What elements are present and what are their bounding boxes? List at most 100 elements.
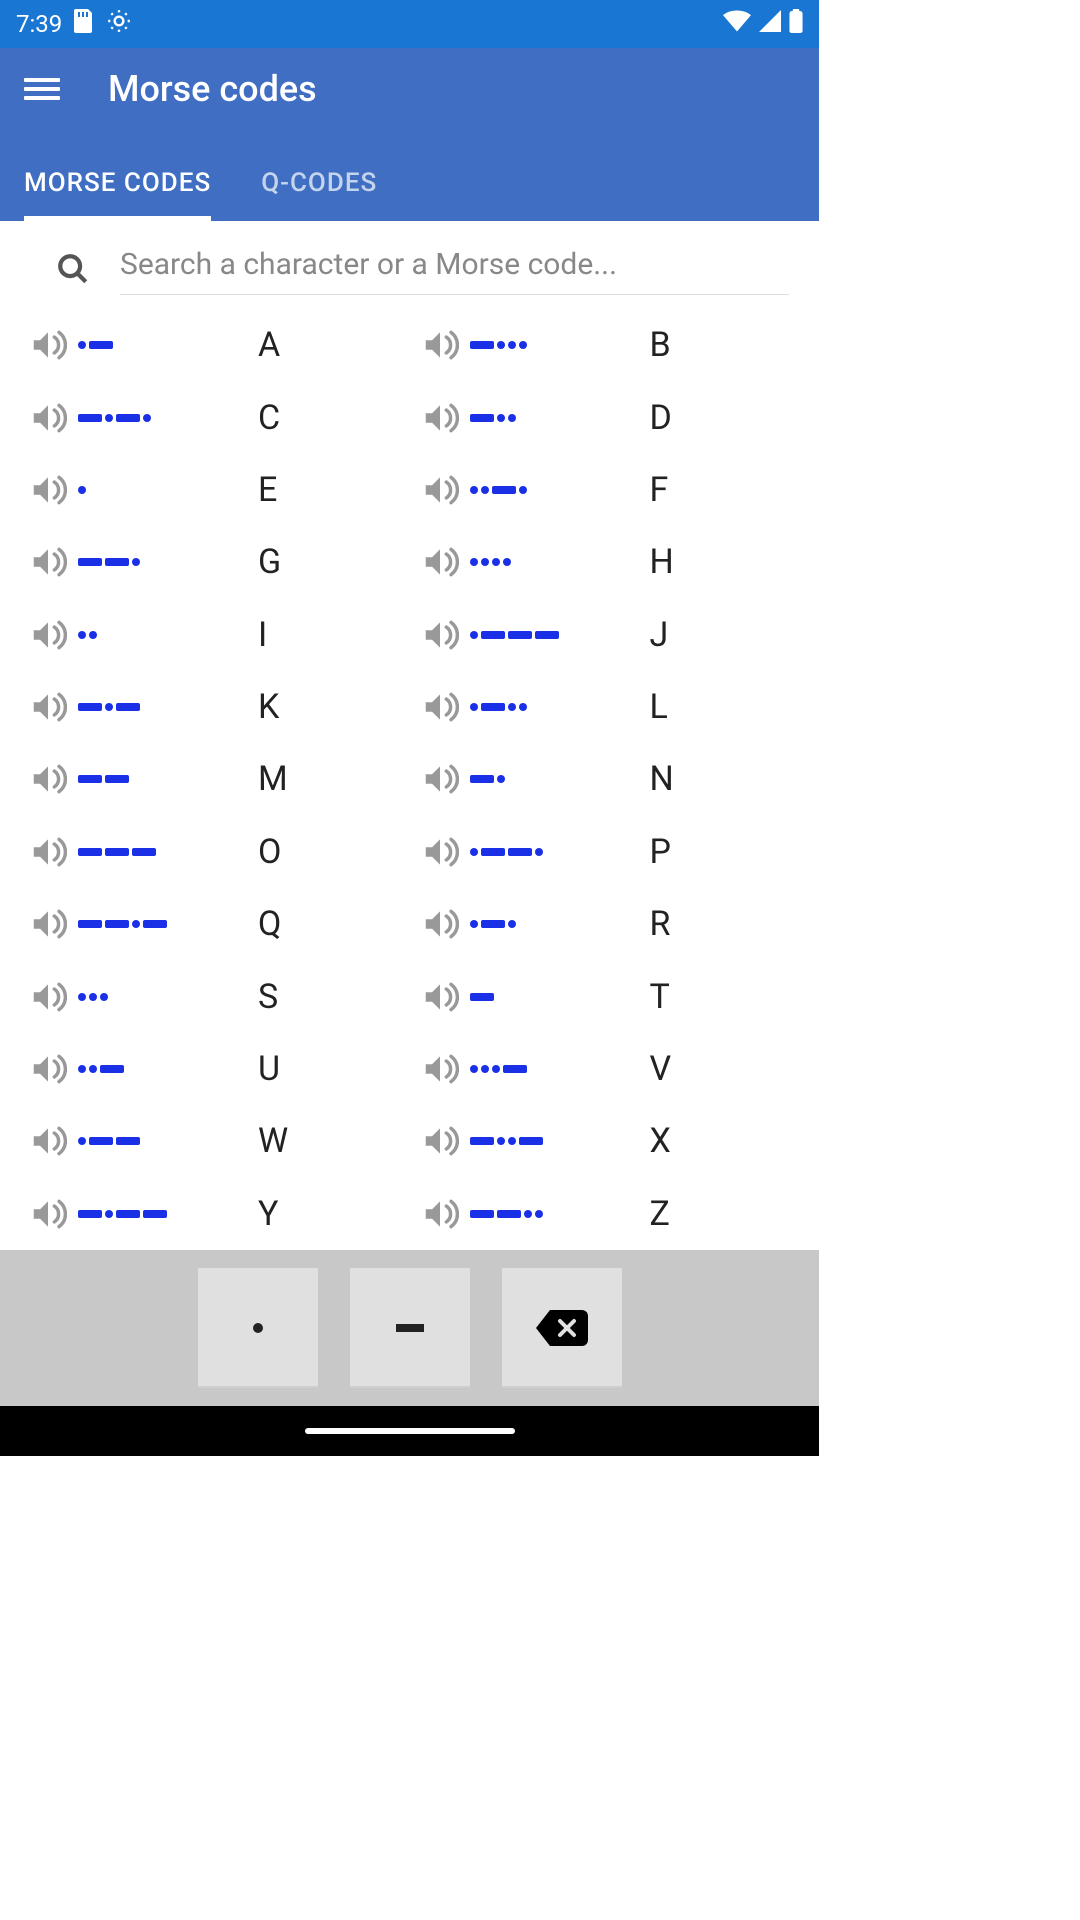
- code-row-i: I: [18, 599, 410, 671]
- letter: B: [650, 325, 671, 365]
- morse-code: [470, 1065, 650, 1073]
- search-input[interactable]: [120, 247, 789, 282]
- play-icon[interactable]: [18, 688, 78, 726]
- play-icon[interactable]: [410, 543, 470, 581]
- page-title: Morse codes: [108, 68, 317, 110]
- morse-code: [78, 993, 258, 1001]
- morse-code: [78, 775, 258, 783]
- nav-bar: [0, 1406, 819, 1456]
- code-row-p: P: [410, 816, 802, 888]
- code-row-t: T: [410, 960, 802, 1032]
- play-icon[interactable]: [410, 760, 470, 798]
- morse-input-bar: [0, 1250, 819, 1406]
- letter: P: [650, 832, 671, 872]
- code-row-x: X: [410, 1105, 802, 1177]
- play-icon[interactable]: [18, 1050, 78, 1088]
- letter: G: [258, 542, 281, 582]
- status-left: 7:39: [16, 8, 132, 40]
- morse-code: [78, 703, 258, 711]
- letter: Y: [258, 1194, 278, 1234]
- code-row-n: N: [410, 743, 802, 815]
- dot-button[interactable]: [198, 1268, 318, 1388]
- backspace-button[interactable]: [502, 1268, 622, 1388]
- play-icon[interactable]: [410, 1195, 470, 1233]
- code-row-g: G: [18, 526, 410, 598]
- morse-code: [78, 631, 258, 639]
- morse-code: [78, 558, 258, 566]
- morse-code: [470, 1210, 650, 1218]
- play-icon[interactable]: [410, 471, 470, 509]
- letter: X: [650, 1121, 671, 1161]
- play-icon[interactable]: [18, 833, 78, 871]
- play-icon[interactable]: [410, 1122, 470, 1160]
- play-icon[interactable]: [410, 833, 470, 871]
- code-row-m: M: [18, 743, 410, 815]
- play-icon[interactable]: [18, 1122, 78, 1160]
- morse-code: [470, 920, 650, 928]
- morse-code: [470, 848, 650, 856]
- menu-icon[interactable]: [24, 71, 60, 107]
- play-icon[interactable]: [18, 399, 78, 437]
- nav-handle[interactable]: [305, 1428, 515, 1434]
- search-input-wrapper: [120, 247, 789, 295]
- play-icon[interactable]: [18, 326, 78, 364]
- code-row-k: K: [18, 671, 410, 743]
- tab-morse-codes[interactable]: MORSE CODES: [24, 150, 211, 221]
- letter: O: [258, 832, 281, 872]
- morse-code: [470, 341, 650, 349]
- letter: Z: [650, 1194, 670, 1234]
- tab-q-codes[interactable]: Q-CODES: [261, 150, 377, 221]
- codes-list[interactable]: ABCDEFGHIJKLMNOPQRSTUVWXYZ: [0, 309, 819, 1250]
- play-icon[interactable]: [410, 399, 470, 437]
- play-icon[interactable]: [18, 471, 78, 509]
- battery-icon: [789, 9, 803, 39]
- search-icon: [56, 252, 90, 290]
- play-icon[interactable]: [18, 978, 78, 1016]
- morse-code: [78, 1137, 258, 1145]
- search-bar: [0, 221, 819, 307]
- morse-code: [470, 414, 650, 422]
- code-row-z: Z: [410, 1178, 802, 1250]
- play-icon[interactable]: [410, 1050, 470, 1088]
- letter: D: [650, 398, 672, 438]
- play-icon[interactable]: [410, 326, 470, 364]
- letter: R: [650, 904, 671, 944]
- code-row-j: J: [410, 599, 802, 671]
- play-icon[interactable]: [410, 688, 470, 726]
- status-bar: 7:39: [0, 0, 819, 48]
- play-icon[interactable]: [18, 543, 78, 581]
- play-icon[interactable]: [18, 760, 78, 798]
- code-row-h: H: [410, 526, 802, 598]
- code-row-b: B: [410, 309, 802, 381]
- letter: N: [650, 759, 674, 799]
- status-time: 7:39: [16, 10, 62, 38]
- play-icon[interactable]: [18, 616, 78, 654]
- code-row-f: F: [410, 454, 802, 526]
- letter: U: [258, 1049, 280, 1089]
- letter: Q: [258, 904, 281, 944]
- morse-code: [78, 414, 258, 422]
- play-icon[interactable]: [410, 978, 470, 1016]
- play-icon[interactable]: [18, 905, 78, 943]
- letter: J: [650, 615, 669, 655]
- morse-code: [78, 341, 258, 349]
- code-row-v: V: [410, 1033, 802, 1105]
- letter: L: [650, 687, 668, 727]
- letter: C: [258, 398, 280, 438]
- code-row-d: D: [410, 381, 802, 453]
- letter: I: [258, 615, 267, 655]
- play-icon[interactable]: [18, 1195, 78, 1233]
- morse-code: [470, 486, 650, 494]
- code-row-w: W: [18, 1105, 410, 1177]
- play-icon[interactable]: [410, 905, 470, 943]
- app-bar: Morse codes MORSE CODES Q-CODES: [0, 48, 819, 221]
- dash-button[interactable]: [350, 1268, 470, 1388]
- code-row-e: E: [18, 454, 410, 526]
- morse-code: [470, 558, 650, 566]
- code-row-q: Q: [18, 888, 410, 960]
- code-row-r: R: [410, 888, 802, 960]
- morse-code: [470, 631, 650, 639]
- play-icon[interactable]: [410, 616, 470, 654]
- sd-card-icon: [74, 9, 94, 39]
- letter: A: [258, 325, 280, 365]
